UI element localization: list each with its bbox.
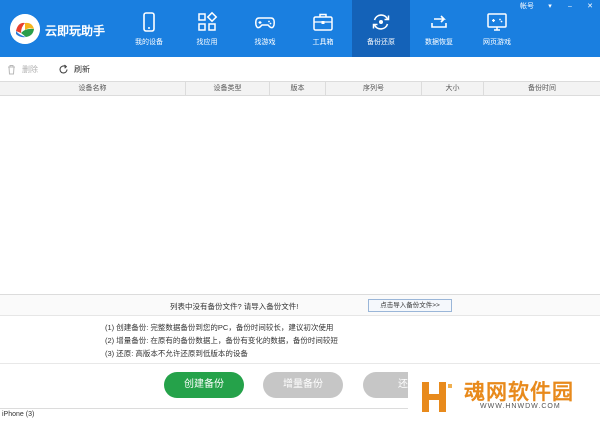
trash-icon (8, 64, 15, 74)
nav-label: 工具箱 (312, 39, 334, 46)
column-header-size[interactable]: 大小 (422, 82, 484, 95)
import-backup-button[interactable]: 点击导入备份文件>> (368, 299, 452, 312)
nav-label: 找应用 (196, 39, 218, 46)
nav-label: 备份还原 (367, 39, 395, 46)
minimize-button[interactable]: – (560, 0, 580, 14)
refresh-icon (59, 64, 68, 73)
nav-item-find-apps[interactable]: 找应用 (178, 0, 236, 57)
column-header-device-type[interactable]: 设备类型 (186, 82, 270, 95)
nav-item-toolbox[interactable]: 工具箱 (294, 0, 352, 57)
column-header-device-name[interactable]: 设备名称 (0, 82, 186, 95)
top-bar: 云即玩助手 我的设备 找应用 找游戏 工具箱 备份还原 数据恢复 网页游戏 帐号… (0, 0, 600, 57)
gamepad-icon (255, 17, 275, 29)
app-title: 云即玩助手 (45, 24, 106, 38)
backup-notes: (1) 创建备份: 完整数据备份到您的PC，备份时间较长，建议初次使用 (2) … (105, 321, 338, 360)
watermark: 魂网软件园 WWW.HNWDW.COM (408, 372, 600, 422)
menu-dropdown-icon[interactable]: ▾ (540, 0, 560, 14)
create-backup-button[interactable]: 创建备份 (164, 372, 244, 398)
backup-table-body (0, 96, 600, 294)
note-restore: (3) 还原: 高版本不允许还原到低版本的设备 (105, 349, 248, 358)
delete-label: 删除 (22, 64, 38, 74)
refresh-label: 刷新 (74, 64, 90, 74)
backup-table-header: 设备名称 设备类型 版本 序列号 大小 备份时间 (0, 81, 600, 96)
incremental-backup-button[interactable]: 增量备份 (263, 372, 343, 398)
device-status: iPhone (3) (2, 411, 35, 418)
nav-item-data-recovery[interactable]: 数据恢复 (410, 0, 468, 57)
note-create: (1) 创建备份: 完整数据备份到您的PC，备份时间较长，建议初次使用 (105, 323, 334, 332)
nav-label: 找游戏 (254, 39, 276, 46)
window-controls: 帐号 ▾ – ✕ (514, 0, 600, 14)
data-recovery-icon (431, 15, 447, 28)
toolbox-icon (313, 13, 333, 31)
column-header-version[interactable]: 版本 (270, 82, 326, 95)
main-nav: 我的设备 找应用 找游戏 工具箱 备份还原 数据恢复 网页游戏 (120, 0, 526, 57)
close-button[interactable]: ✕ (580, 0, 600, 14)
refresh-button[interactable]: 刷新 (58, 64, 90, 75)
watermark-name: 魂网软件园 (464, 380, 574, 404)
watermark-logo-icon (422, 382, 452, 412)
nav-item-my-device[interactable]: 我的设备 (120, 0, 178, 57)
note-incremental: (2) 增量备份: 在原有的备份数据上，备份有变化的数据，备份时间较短 (105, 336, 338, 345)
account-link[interactable]: 帐号 (514, 0, 540, 14)
phone-icon (143, 12, 155, 32)
web-game-icon (487, 13, 507, 31)
empty-notice-text: 列表中没有备份文件? 请导入备份文件! (170, 302, 299, 311)
nav-item-backup-restore[interactable]: 备份还原 (352, 0, 410, 57)
column-header-backup-time[interactable]: 备份时间 (484, 82, 600, 95)
delete-button[interactable]: 删除 (6, 64, 38, 75)
empty-notice-bar: 列表中没有备份文件? 请导入备份文件! 点击导入备份文件>> (0, 294, 600, 316)
backup-restore-icon (372, 14, 390, 30)
nav-item-find-games[interactable]: 找游戏 (236, 0, 294, 57)
nav-label: 网页游戏 (483, 39, 511, 46)
watermark-url: WWW.HNWDW.COM (480, 403, 561, 410)
app-logo-icon (10, 14, 40, 44)
divider (0, 363, 600, 364)
toolbar: 删除 刷新 (0, 57, 600, 81)
column-header-serial[interactable]: 序列号 (326, 82, 422, 95)
apps-grid-icon (198, 11, 218, 31)
nav-label: 数据恢复 (425, 39, 453, 46)
nav-label: 我的设备 (135, 39, 163, 46)
